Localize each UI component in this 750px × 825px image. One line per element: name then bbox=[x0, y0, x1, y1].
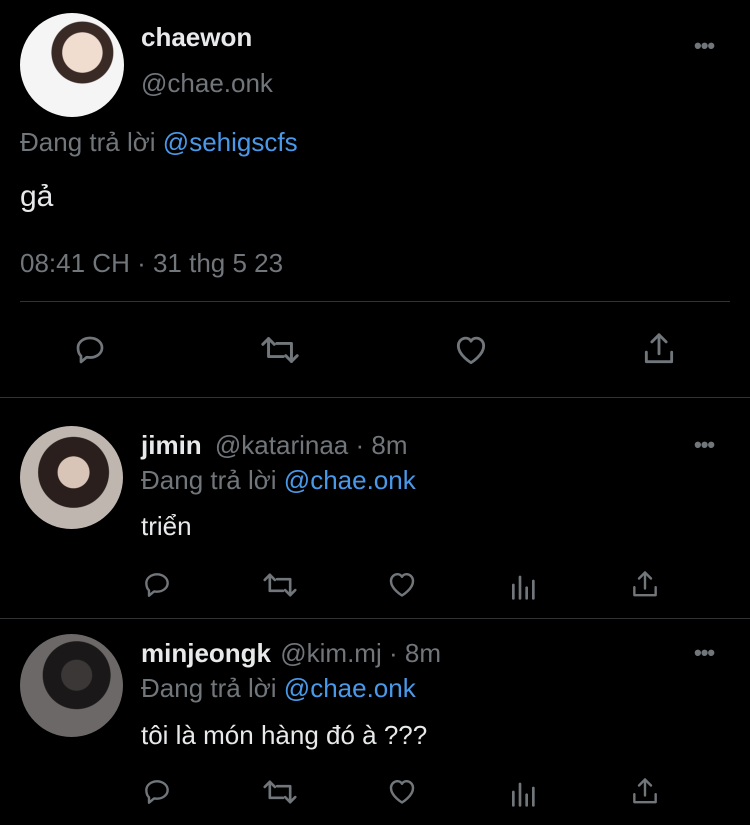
retweet-icon[interactable] bbox=[261, 569, 299, 601]
timestamp: 08:41 CH · 31 thg 5 23 bbox=[20, 248, 284, 278]
reply-prefix: Đang trả lời bbox=[141, 673, 277, 703]
more-icon[interactable]: ••• bbox=[694, 432, 715, 458]
more-icon[interactable]: ••• bbox=[694, 33, 715, 59]
display-name[interactable]: chaewon bbox=[141, 22, 252, 53]
retweet-icon[interactable] bbox=[261, 776, 299, 808]
avatar[interactable] bbox=[20, 634, 123, 737]
avatar[interactable] bbox=[20, 13, 124, 117]
reply-context: Đang trả lời @sehigscfs bbox=[20, 127, 298, 158]
tweet-text: triển bbox=[141, 511, 192, 541]
reply-header: jimin @katarinaa · 8m bbox=[141, 430, 408, 461]
reply-to-link[interactable]: @chae.onk bbox=[284, 673, 416, 703]
avatar[interactable] bbox=[20, 426, 123, 529]
views-icon[interactable] bbox=[509, 776, 539, 808]
timestamp: · 8m bbox=[355, 430, 408, 460]
share-icon[interactable] bbox=[629, 775, 661, 808]
reply-header: minjeongk @kim.mj · 8m bbox=[141, 638, 441, 669]
handle[interactable]: @katarinaa bbox=[215, 430, 348, 460]
display-name[interactable]: jimin bbox=[141, 430, 202, 460]
tweet-text: tôi là món hàng đó à ??? bbox=[141, 720, 428, 750]
tweet-text: gả bbox=[20, 180, 54, 213]
timestamp: · 8m bbox=[388, 638, 441, 668]
like-icon[interactable] bbox=[385, 568, 419, 601]
reply-prefix: Đang trả lời bbox=[141, 465, 277, 495]
share-icon[interactable] bbox=[629, 568, 661, 601]
reply-prefix: Đang trả lời bbox=[20, 127, 156, 157]
like-icon[interactable] bbox=[451, 331, 491, 369]
reply-icon[interactable] bbox=[71, 332, 109, 368]
section-separator bbox=[0, 618, 750, 619]
divider bbox=[20, 301, 730, 302]
retweet-icon[interactable] bbox=[258, 332, 302, 368]
views-icon[interactable] bbox=[509, 569, 539, 601]
section-separator bbox=[0, 397, 750, 398]
reply-context: Đang trả lời @chae.onk bbox=[141, 673, 416, 704]
reply-icon[interactable] bbox=[141, 569, 173, 601]
handle[interactable]: @kim.mj bbox=[280, 638, 382, 668]
more-icon[interactable]: ••• bbox=[694, 640, 715, 666]
reply-to-link[interactable]: @sehigscfs bbox=[163, 127, 298, 157]
reply-to-link[interactable]: @chae.onk bbox=[284, 465, 416, 495]
display-name[interactable]: minjeongk bbox=[141, 638, 271, 668]
like-icon[interactable] bbox=[385, 775, 419, 808]
reply-context: Đang trả lời @chae.onk bbox=[141, 465, 416, 496]
reply-icon[interactable] bbox=[141, 776, 173, 808]
handle[interactable]: @chae.onk bbox=[141, 68, 273, 99]
share-icon[interactable] bbox=[640, 330, 678, 368]
